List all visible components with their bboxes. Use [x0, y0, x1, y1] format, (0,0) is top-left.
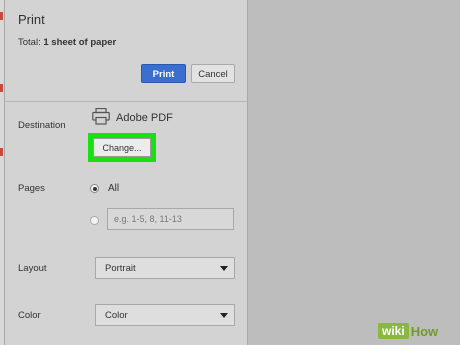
color-select[interactable]: Color: [95, 304, 235, 326]
layout-select[interactable]: Portrait: [95, 257, 235, 279]
layout-label: Layout: [18, 263, 47, 274]
color-select-value: Color: [105, 310, 128, 321]
print-preview-area: [248, 0, 460, 345]
pages-label: Pages: [18, 183, 45, 194]
watermark-how: How: [410, 324, 439, 339]
cancel-button[interactable]: Cancel: [191, 64, 235, 83]
print-settings-panel: Print Total: 1 sheet of paper Print Canc…: [5, 0, 248, 345]
pages-all-radio[interactable]: [90, 184, 99, 193]
pages-all-label: All: [108, 183, 120, 194]
destination-printer-name: Adobe PDF: [116, 112, 173, 124]
pages-range-input[interactable]: [107, 208, 234, 230]
background-marker: [0, 12, 3, 20]
background-marker: [0, 148, 3, 156]
background-marker: [0, 84, 3, 92]
header-divider: [5, 101, 247, 102]
destination-label: Destination: [18, 120, 66, 131]
total-sheets: Total: 1 sheet of paper: [18, 37, 116, 48]
print-button[interactable]: Print: [141, 64, 186, 83]
chevron-down-icon: [220, 313, 228, 318]
pages-custom-radio[interactable]: [90, 216, 99, 225]
change-destination-button[interactable]: Change...: [93, 138, 151, 157]
change-button-highlight: Change...: [88, 133, 156, 162]
color-label: Color: [18, 310, 41, 321]
layout-select-value: Portrait: [105, 263, 136, 274]
watermark-wiki: wiki: [378, 323, 409, 339]
total-label: Total:: [18, 37, 41, 48]
wikihow-watermark: wiki How: [378, 323, 440, 341]
chevron-down-icon: [220, 266, 228, 271]
printer-icon: [92, 108, 110, 125]
dialog-title: Print: [18, 12, 45, 27]
total-value: 1 sheet of paper: [43, 37, 117, 48]
